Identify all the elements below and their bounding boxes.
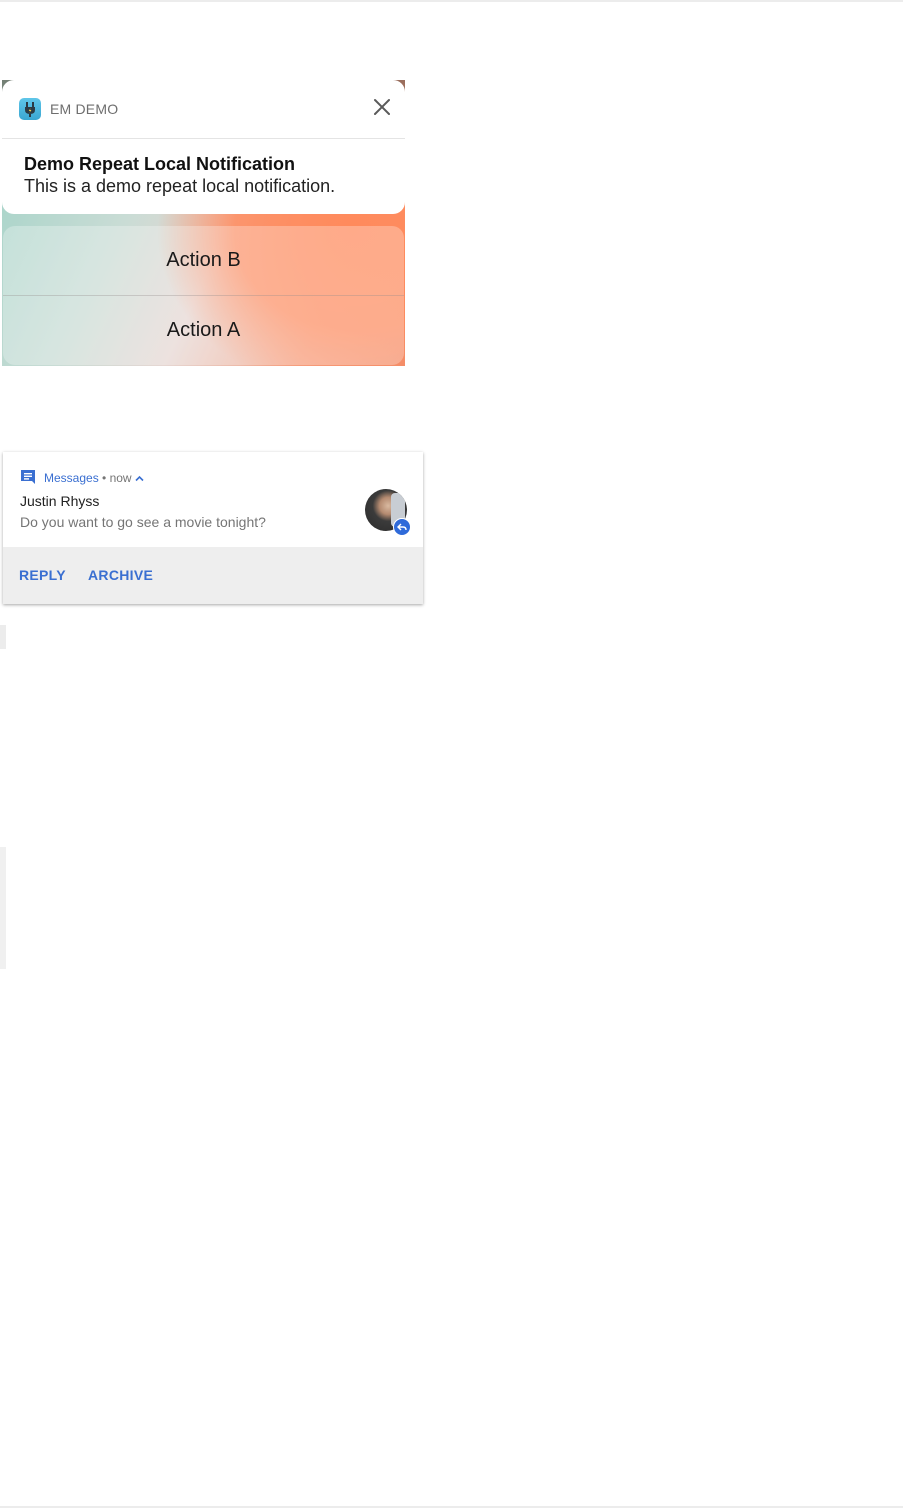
messages-icon — [20, 469, 36, 490]
sender-name: Justin Rhyss — [20, 493, 100, 509]
android-notification[interactable]: Messages • now Justin Rhyss Do you want … — [3, 452, 423, 604]
reply-button[interactable]: REPLY — [19, 567, 66, 583]
notification-title: Demo Repeat Local Notification — [24, 154, 296, 174]
message-text: Do you want to go see a movie tonight? — [20, 514, 266, 530]
android-notification-actions: REPLY ARCHIVE — [3, 547, 423, 604]
close-icon[interactable] — [371, 96, 393, 118]
plug-icon — [19, 98, 41, 120]
ios-notification-actions: Action B Action A — [3, 226, 404, 365]
ios-notification-header: EM DEMO — [2, 80, 405, 139]
timestamp: • now — [102, 471, 132, 485]
ios-notification-body: Demo Repeat Local Notification This is a… — [2, 139, 405, 211]
edge-sliver — [0, 847, 6, 969]
action-b-button[interactable]: Action B — [3, 226, 404, 295]
reply-icon — [393, 518, 411, 536]
app-name: EM DEMO — [50, 101, 119, 117]
notification-meta: Messages • now — [44, 471, 144, 485]
chevron-up-icon[interactable] — [135, 471, 144, 485]
notification-text: This is a demo repeat local notification… — [24, 176, 336, 196]
ios-notification: EM DEMO Demo Repeat Local Notification T… — [2, 80, 405, 366]
action-a-button[interactable]: Action A — [3, 295, 404, 365]
top-divider — [0, 0, 903, 2]
edge-sliver — [0, 625, 6, 649]
android-notification-content: Messages • now Justin Rhyss Do you want … — [3, 452, 423, 547]
archive-button[interactable]: ARCHIVE — [88, 567, 153, 583]
ios-notification-card[interactable]: EM DEMO Demo Repeat Local Notification T… — [2, 80, 405, 214]
app-name: Messages — [44, 471, 99, 485]
